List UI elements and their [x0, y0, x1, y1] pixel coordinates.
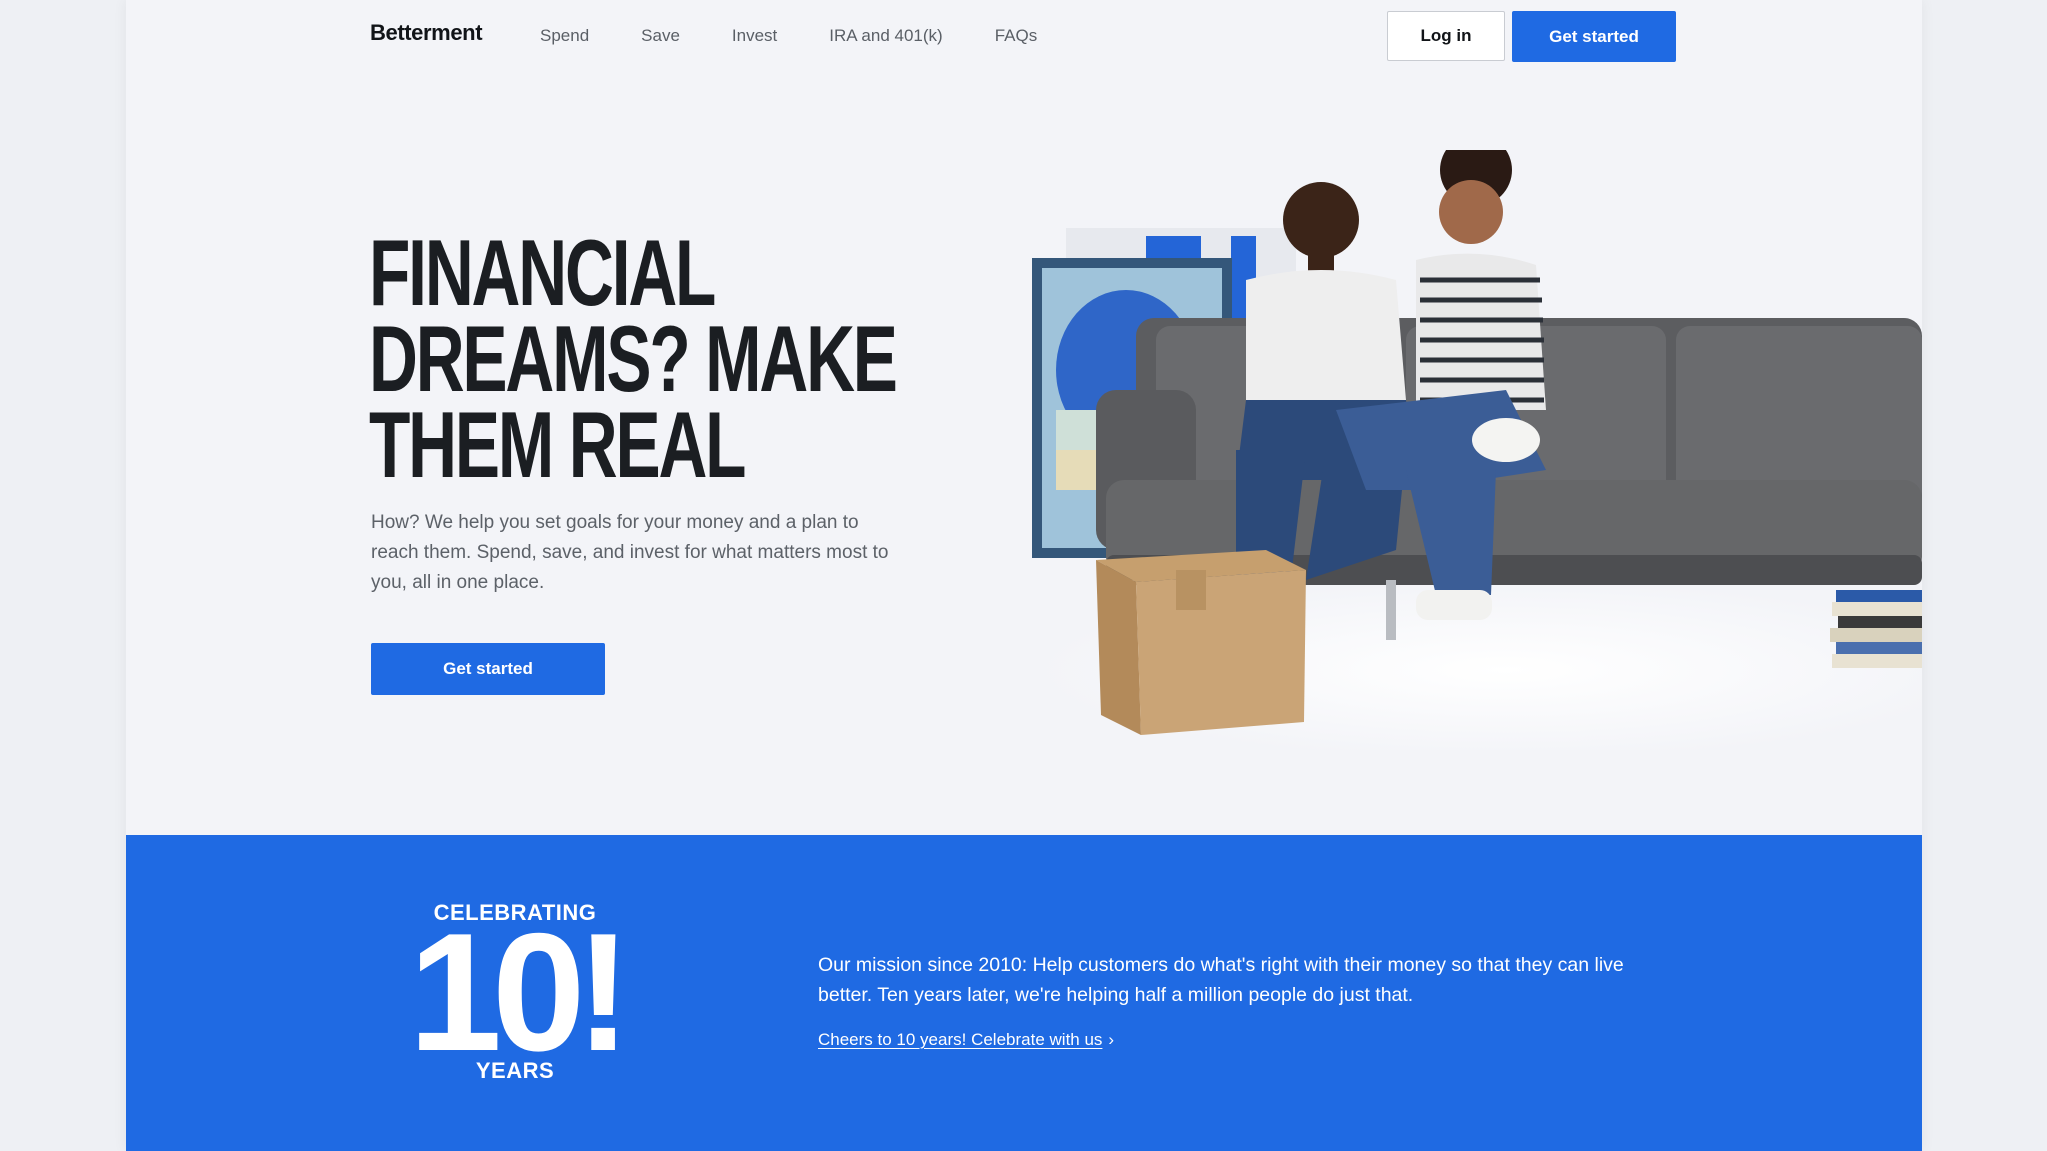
couple-on-sofa-illustration: [946, 150, 1922, 750]
badge-number: 10!: [408, 898, 632, 1086]
get-started-nav-button[interactable]: Get started: [1512, 11, 1676, 62]
hero-title-line: FINANCIAL: [369, 220, 716, 325]
nav-links: Spend Save Invest IRA and 401(k) FAQs: [540, 26, 1089, 46]
celebrate-link[interactable]: Cheers to 10 years! Celebrate with us ›: [818, 1030, 1114, 1050]
hero-description: How? We help you set goals for your mone…: [371, 512, 889, 593]
chevron-right-icon: ›: [1108, 1030, 1115, 1049]
nav-link-ira-401k[interactable]: IRA and 401(k): [829, 26, 942, 46]
hero-title: FINANCIAL DREAMS? MAKE THEM REAL: [369, 220, 916, 497]
mission-statement: Our mission since 2010: Help customers d…: [818, 954, 1624, 1006]
hero-title-line: DREAMS? MAKE: [369, 306, 898, 411]
anniversary-section: CELEBRATING 10! YEARS Our mission since …: [126, 835, 1922, 1151]
brand-logo[interactable]: Betterment: [370, 20, 483, 46]
anniversary-badge: CELEBRATING 10! YEARS: [370, 900, 660, 1084]
cardboard-box: [1096, 550, 1306, 735]
nav-link-invest[interactable]: Invest: [732, 26, 777, 46]
get-started-hero-button[interactable]: Get started: [371, 643, 605, 695]
celebrate-link-label: Cheers to 10 years! Celebrate with us: [818, 1030, 1103, 1049]
login-button[interactable]: Log in: [1387, 11, 1505, 61]
nav-link-faqs[interactable]: FAQs: [995, 26, 1038, 46]
book-stack: [1830, 590, 1922, 668]
nav-link-save[interactable]: Save: [641, 26, 680, 46]
hero-title-line: THEM REAL: [369, 392, 747, 497]
top-navigation: Betterment Spend Save Invest IRA and 401…: [126, 0, 1922, 74]
nav-link-spend[interactable]: Spend: [540, 26, 589, 46]
page: Betterment Spend Save Invest IRA and 401…: [126, 0, 1922, 1151]
